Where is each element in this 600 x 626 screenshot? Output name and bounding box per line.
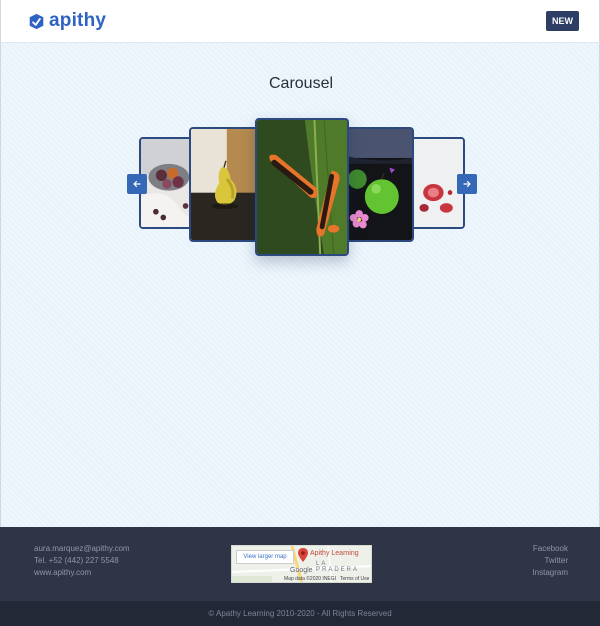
page-title: Carousel	[268, 75, 334, 92]
carousel-slide-figs-bowl[interactable]	[139, 137, 195, 229]
carousel-next-button[interactable]	[457, 174, 477, 194]
arrow-left-icon	[133, 180, 141, 188]
copyright-text: © Apathy Learning 2010-2020 - All Rights…	[208, 609, 392, 618]
contact-email[interactable]: aura.marquez@apithy.com	[34, 543, 130, 555]
apithy-logo-icon	[29, 13, 44, 29]
embedded-map[interactable]: View larger map Apithy Learning LA PRADE…	[231, 545, 372, 583]
brand-logo[interactable]: apithy	[28, 10, 106, 32]
map-data-credit: Map data ©2020 INEGI	[284, 576, 337, 582]
instagram-link[interactable]: Instagram	[532, 567, 568, 579]
contact-website[interactable]: www.apithy.com	[34, 567, 130, 579]
figs-halves-photo	[413, 139, 463, 227]
brand-name: apithy	[49, 10, 107, 31]
new-button[interactable]: NEW	[546, 11, 579, 31]
carousel-slide-pear[interactable]	[189, 127, 259, 242]
figs-bowl-photo	[141, 139, 193, 227]
facebook-link[interactable]: Facebook	[532, 543, 568, 555]
carousel-prev-button[interactable]	[127, 174, 147, 194]
map-place-label: Apithy Learning	[310, 550, 359, 557]
green-apple-photo	[346, 129, 412, 240]
contact-phone: Tel. +52 (442) 227 5548	[34, 556, 119, 565]
papaya-photo	[257, 120, 347, 254]
contact-info: aura.marquez@apithy.com Tel. +52 (442) 2…	[34, 543, 130, 579]
social-links: Facebook Twitter Instagram	[532, 543, 568, 579]
arrow-right-icon	[463, 180, 471, 188]
carousel-slide-papaya[interactable]	[255, 118, 349, 256]
twitter-link[interactable]: Twitter	[532, 555, 568, 567]
top-navbar: apithy NEW	[0, 0, 600, 43]
map-area-label: LA PRADERA	[316, 561, 360, 573]
main-content: Carousel	[0, 43, 600, 527]
carousel-slide-green-apple[interactable]	[344, 127, 414, 242]
view-larger-map-link[interactable]: View larger map	[236, 550, 294, 564]
copyright-bar: © Apathy Learning 2010-2020 - All Rights…	[0, 601, 600, 626]
pear-photo	[191, 129, 257, 240]
google-logo: Google	[290, 567, 313, 574]
map-pin-icon	[298, 548, 308, 562]
footer: aura.marquez@apithy.com Tel. +52 (442) 2…	[0, 527, 600, 601]
map-terms-link[interactable]: Terms of Use	[340, 576, 369, 582]
